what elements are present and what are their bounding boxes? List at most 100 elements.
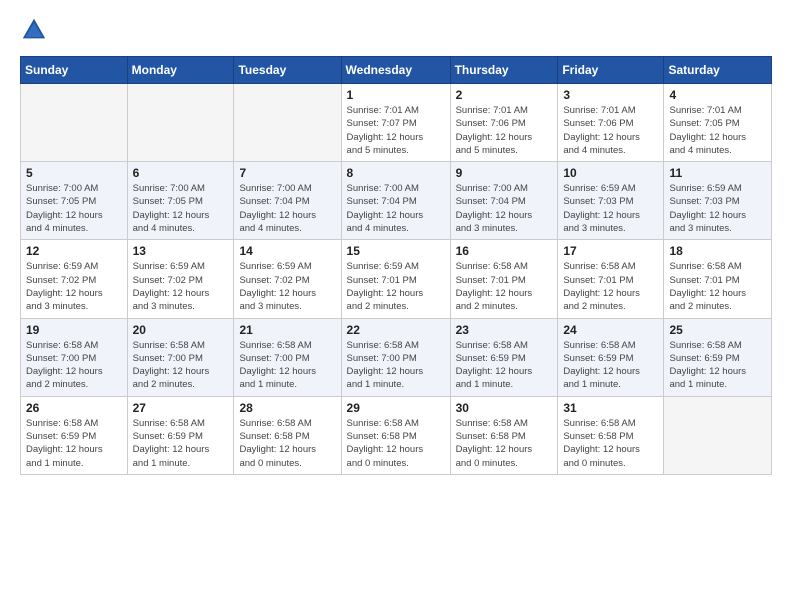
day-info: Sunrise: 6:58 AM Sunset: 6:59 PM Dayligh…	[563, 339, 658, 392]
day-info: Sunrise: 7:00 AM Sunset: 7:04 PM Dayligh…	[456, 182, 553, 235]
calendar-cell: 13 Sunrise: 6:59 AM Sunset: 7:02 PM Dayli…	[127, 240, 234, 318]
day-number: 2	[456, 88, 553, 102]
logo	[20, 16, 52, 44]
day-number: 16	[456, 244, 553, 258]
day-info: Sunrise: 6:58 AM Sunset: 6:58 PM Dayligh…	[239, 417, 335, 470]
calendar-cell: 12 Sunrise: 6:59 AM Sunset: 7:02 PM Dayli…	[21, 240, 128, 318]
day-number: 3	[563, 88, 658, 102]
day-number: 27	[133, 401, 229, 415]
calendar-cell: 29Sunrise: 6:58 AM Sunset: 6:58 PM Dayli…	[341, 396, 450, 474]
calendar-cell: 7 Sunrise: 7:00 AM Sunset: 7:04 PM Daylig…	[234, 162, 341, 240]
day-info: Sunrise: 6:58 AM Sunset: 7:01 PM Dayligh…	[669, 260, 766, 313]
calendar-cell: 6 Sunrise: 7:00 AM Sunset: 7:05 PM Daylig…	[127, 162, 234, 240]
day-number: 26	[26, 401, 122, 415]
day-info: Sunrise: 6:59 AM Sunset: 7:02 PM Dayligh…	[133, 260, 229, 313]
calendar-cell: 9 Sunrise: 7:00 AM Sunset: 7:04 PM Daylig…	[450, 162, 558, 240]
day-number: 6	[133, 166, 229, 180]
day-info: Sunrise: 6:59 AM Sunset: 7:02 PM Dayligh…	[26, 260, 122, 313]
day-info: Sunrise: 6:58 AM Sunset: 7:00 PM Dayligh…	[239, 339, 335, 392]
day-number: 25	[669, 323, 766, 337]
day-info: Sunrise: 6:59 AM Sunset: 7:03 PM Dayligh…	[563, 182, 658, 235]
week-row-3: 12 Sunrise: 6:59 AM Sunset: 7:02 PM Dayli…	[21, 240, 772, 318]
day-info: Sunrise: 6:58 AM Sunset: 7:00 PM Dayligh…	[347, 339, 445, 392]
day-info: Sunrise: 6:58 AM Sunset: 7:00 PM Dayligh…	[26, 339, 122, 392]
day-info: Sunrise: 7:00 AM Sunset: 7:05 PM Dayligh…	[26, 182, 122, 235]
day-info: Sunrise: 6:58 AM Sunset: 6:59 PM Dayligh…	[456, 339, 553, 392]
day-number: 13	[133, 244, 229, 258]
day-info: Sunrise: 7:01 AM Sunset: 7:06 PM Dayligh…	[456, 104, 553, 157]
calendar-cell: 15 Sunrise: 6:59 AM Sunset: 7:01 PM Dayli…	[341, 240, 450, 318]
day-number: 28	[239, 401, 335, 415]
week-row-2: 5 Sunrise: 7:00 AM Sunset: 7:05 PM Daylig…	[21, 162, 772, 240]
weekday-header-row: SundayMondayTuesdayWednesdayThursdayFrid…	[21, 57, 772, 84]
calendar-table: SundayMondayTuesdayWednesdayThursdayFrid…	[20, 56, 772, 475]
day-info: Sunrise: 7:00 AM Sunset: 7:04 PM Dayligh…	[239, 182, 335, 235]
calendar-cell: 5 Sunrise: 7:00 AM Sunset: 7:05 PM Daylig…	[21, 162, 128, 240]
day-info: Sunrise: 7:01 AM Sunset: 7:06 PM Dayligh…	[563, 104, 658, 157]
calendar-cell	[21, 84, 128, 162]
weekday-header-wednesday: Wednesday	[341, 57, 450, 84]
calendar-cell: 14 Sunrise: 6:59 AM Sunset: 7:02 PM Dayli…	[234, 240, 341, 318]
day-number: 14	[239, 244, 335, 258]
calendar-cell: 24 Sunrise: 6:58 AM Sunset: 6:59 PM Dayli…	[558, 318, 664, 396]
calendar-cell: 2 Sunrise: 7:01 AM Sunset: 7:06 PM Daylig…	[450, 84, 558, 162]
calendar-cell: 19 Sunrise: 6:58 AM Sunset: 7:00 PM Dayli…	[21, 318, 128, 396]
calendar-cell: 23 Sunrise: 6:58 AM Sunset: 6:59 PM Dayli…	[450, 318, 558, 396]
calendar-cell: 4Sunrise: 7:01 AM Sunset: 7:05 PM Daylig…	[664, 84, 772, 162]
calendar-cell: 10Sunrise: 6:59 AM Sunset: 7:03 PM Dayli…	[558, 162, 664, 240]
calendar-cell: 17Sunrise: 6:58 AM Sunset: 7:01 PM Dayli…	[558, 240, 664, 318]
day-number: 1	[347, 88, 445, 102]
calendar-cell: 18 Sunrise: 6:58 AM Sunset: 7:01 PM Dayli…	[664, 240, 772, 318]
day-info: Sunrise: 6:58 AM Sunset: 6:58 PM Dayligh…	[347, 417, 445, 470]
day-number: 22	[347, 323, 445, 337]
calendar-cell: 11 Sunrise: 6:59 AM Sunset: 7:03 PM Dayli…	[664, 162, 772, 240]
day-info: Sunrise: 7:00 AM Sunset: 7:05 PM Dayligh…	[133, 182, 229, 235]
day-number: 7	[239, 166, 335, 180]
calendar-cell: 31 Sunrise: 6:58 AM Sunset: 6:58 PM Dayli…	[558, 396, 664, 474]
calendar-cell: 27 Sunrise: 6:58 AM Sunset: 6:59 PM Dayli…	[127, 396, 234, 474]
day-info: Sunrise: 6:59 AM Sunset: 7:01 PM Dayligh…	[347, 260, 445, 313]
day-info: Sunrise: 6:59 AM Sunset: 7:02 PM Dayligh…	[239, 260, 335, 313]
day-info: Sunrise: 6:58 AM Sunset: 7:01 PM Dayligh…	[563, 260, 658, 313]
weekday-header-friday: Friday	[558, 57, 664, 84]
day-number: 18	[669, 244, 766, 258]
day-info: Sunrise: 7:00 AM Sunset: 7:04 PM Dayligh…	[347, 182, 445, 235]
day-number: 15	[347, 244, 445, 258]
day-number: 31	[563, 401, 658, 415]
day-number: 24	[563, 323, 658, 337]
calendar-cell: 8 Sunrise: 7:00 AM Sunset: 7:04 PM Daylig…	[341, 162, 450, 240]
logo-icon	[20, 16, 48, 44]
day-number: 12	[26, 244, 122, 258]
calendar-cell: 30 Sunrise: 6:58 AM Sunset: 6:58 PM Dayli…	[450, 396, 558, 474]
calendar-cell: 16 Sunrise: 6:58 AM Sunset: 7:01 PM Dayli…	[450, 240, 558, 318]
calendar-cell: 1Sunrise: 7:01 AM Sunset: 7:07 PM Daylig…	[341, 84, 450, 162]
day-number: 11	[669, 166, 766, 180]
weekday-header-monday: Monday	[127, 57, 234, 84]
day-number: 5	[26, 166, 122, 180]
day-number: 9	[456, 166, 553, 180]
day-info: Sunrise: 6:58 AM Sunset: 7:00 PM Dayligh…	[133, 339, 229, 392]
page-header	[20, 16, 772, 44]
day-info: Sunrise: 7:01 AM Sunset: 7:05 PM Dayligh…	[669, 104, 766, 157]
day-info: Sunrise: 6:58 AM Sunset: 6:58 PM Dayligh…	[456, 417, 553, 470]
calendar-cell: 28 Sunrise: 6:58 AM Sunset: 6:58 PM Dayli…	[234, 396, 341, 474]
calendar-cell: 21Sunrise: 6:58 AM Sunset: 7:00 PM Dayli…	[234, 318, 341, 396]
calendar-cell: 26 Sunrise: 6:58 AM Sunset: 6:59 PM Dayli…	[21, 396, 128, 474]
calendar-cell: 25 Sunrise: 6:58 AM Sunset: 6:59 PM Dayli…	[664, 318, 772, 396]
calendar-cell: 22 Sunrise: 6:58 AM Sunset: 7:00 PM Dayli…	[341, 318, 450, 396]
day-number: 23	[456, 323, 553, 337]
day-number: 30	[456, 401, 553, 415]
week-row-5: 26 Sunrise: 6:58 AM Sunset: 6:59 PM Dayli…	[21, 396, 772, 474]
day-info: Sunrise: 6:58 AM Sunset: 6:59 PM Dayligh…	[26, 417, 122, 470]
day-number: 8	[347, 166, 445, 180]
day-info: Sunrise: 6:58 AM Sunset: 6:59 PM Dayligh…	[669, 339, 766, 392]
day-info: Sunrise: 6:59 AM Sunset: 7:03 PM Dayligh…	[669, 182, 766, 235]
week-row-1: 1Sunrise: 7:01 AM Sunset: 7:07 PM Daylig…	[21, 84, 772, 162]
weekday-header-sunday: Sunday	[21, 57, 128, 84]
weekday-header-thursday: Thursday	[450, 57, 558, 84]
calendar-cell	[664, 396, 772, 474]
day-info: Sunrise: 6:58 AM Sunset: 6:59 PM Dayligh…	[133, 417, 229, 470]
day-number: 19	[26, 323, 122, 337]
day-info: Sunrise: 6:58 AM Sunset: 6:58 PM Dayligh…	[563, 417, 658, 470]
day-info: Sunrise: 6:58 AM Sunset: 7:01 PM Dayligh…	[456, 260, 553, 313]
